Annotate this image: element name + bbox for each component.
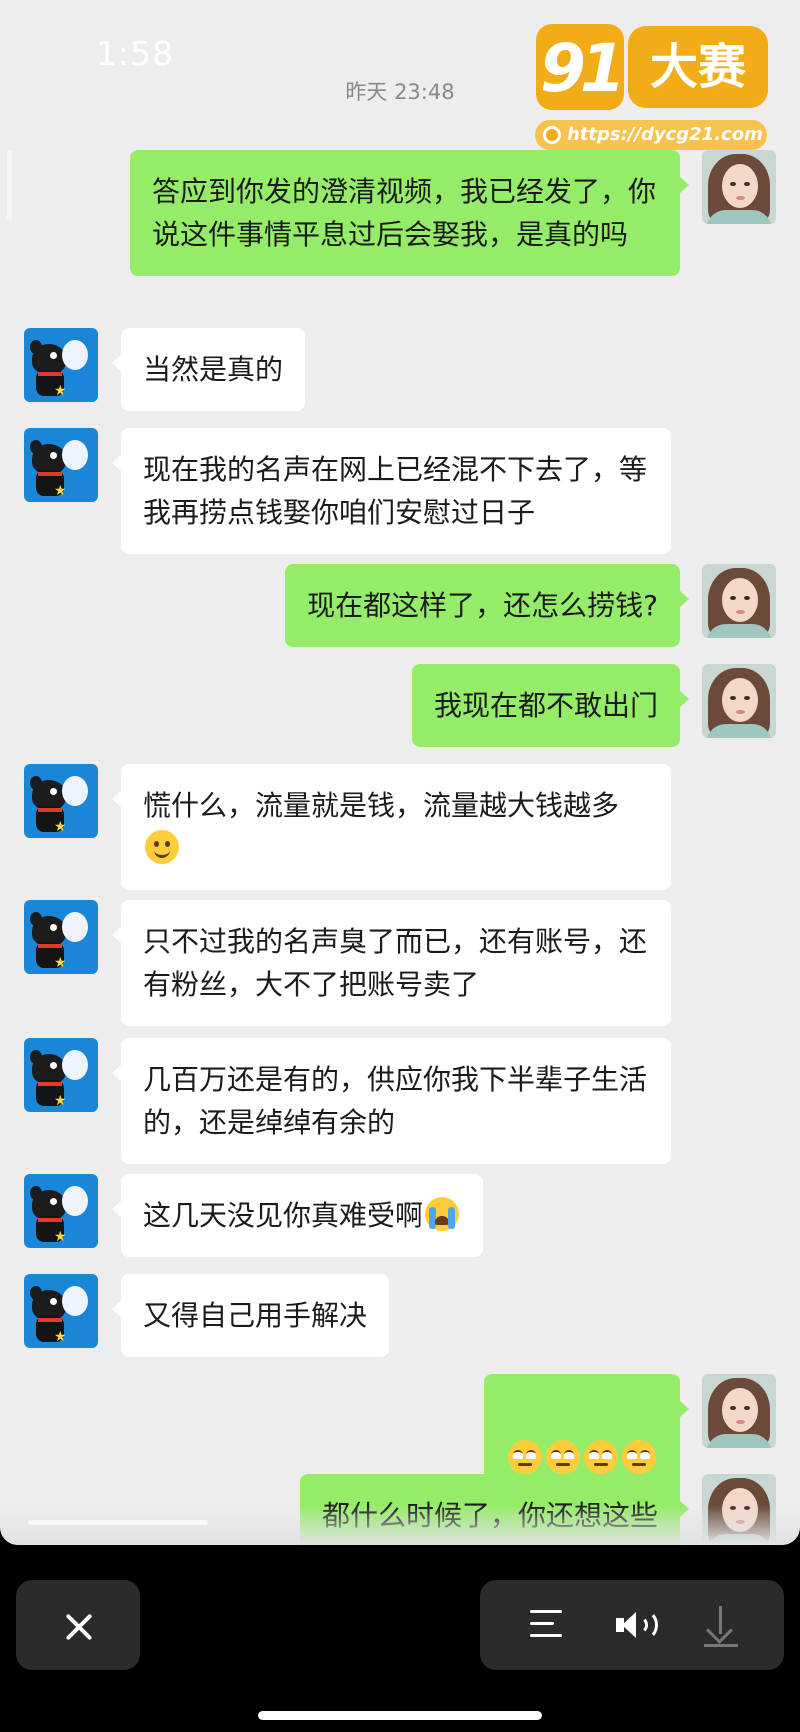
contact-avatar[interactable]: ★: [24, 900, 98, 974]
download-icon[interactable]: [696, 1600, 746, 1650]
close-button[interactable]: [16, 1580, 140, 1670]
my-avatar[interactable]: [702, 564, 776, 638]
watermark-logo: 91 大赛: [536, 24, 768, 110]
message-bubble-incoming[interactable]: 又得自己用手解决: [111, 1274, 390, 1357]
message-bubble-outgoing[interactable]: 答应到你发的澄清视频，我已经发了，你说这件事情平息过后会娶我，是真的吗: [130, 150, 689, 276]
eye-roll-emoji-icon: [508, 1440, 542, 1474]
message-bubble-incoming[interactable]: 慌什么，流量就是钱，流量越大钱越多: [112, 764, 671, 890]
message-bubble-incoming[interactable]: 当然是真的: [111, 328, 306, 411]
eye-roll-emoji-icon: [622, 1440, 656, 1474]
message-bubble-outgoing[interactable]: 我现在都不敢出门: [411, 664, 690, 747]
my-avatar[interactable]: [702, 1374, 776, 1448]
contact-avatar[interactable]: ★: [24, 1174, 98, 1248]
chat-screen: 1:58 昨天 23:48 91 大赛 https://dycg21.com 答…: [0, 0, 800, 1545]
bottom-fade: [0, 1505, 800, 1545]
message-bubble-incoming[interactable]: 这几天没见你真难受啊: [111, 1174, 484, 1257]
logo-text: 大赛: [628, 26, 768, 108]
media-tools: [480, 1580, 784, 1670]
my-avatar[interactable]: [702, 664, 776, 738]
message-bubble-incoming[interactable]: 现在我的名声在网上已经混不下去了，等我再捞点钱娶你咱们安慰过日子: [112, 428, 671, 554]
contact-avatar[interactable]: ★: [24, 328, 98, 402]
smile-emoji-icon: [145, 830, 179, 864]
globe-icon: [543, 126, 561, 144]
my-avatar[interactable]: [702, 150, 776, 224]
logo-number: 91: [540, 30, 626, 107]
contact-avatar[interactable]: ★: [24, 1274, 98, 1348]
scroll-indicator: [7, 150, 12, 220]
menu-icon[interactable]: [524, 1600, 574, 1650]
contact-avatar[interactable]: ★: [24, 428, 98, 502]
eye-roll-emoji-icon: [584, 1440, 618, 1474]
eye-roll-emoji-icon: [546, 1440, 580, 1474]
home-indicator[interactable]: [258, 1711, 542, 1720]
speaker-icon[interactable]: [608, 1600, 658, 1650]
message-bubble-incoming[interactable]: 几百万还是有的，供应你我下半辈子生活的，还是绰绰有余的: [112, 1038, 671, 1164]
crying-emoji-icon: [425, 1197, 460, 1231]
message-bubble-outgoing[interactable]: 现在都这样了，还怎么捞钱?: [285, 564, 689, 647]
contact-avatar[interactable]: ★: [24, 764, 98, 838]
message-bubble-incoming[interactable]: 只不过我的名声臭了而已，还有账号，还有粉丝，大不了把账号卖了: [112, 900, 671, 1026]
status-time: 1:58: [96, 34, 175, 73]
watermark-url: https://dycg21.com: [535, 120, 767, 150]
video-progress-bar[interactable]: [28, 1520, 208, 1525]
contact-avatar[interactable]: ★: [24, 1038, 98, 1112]
